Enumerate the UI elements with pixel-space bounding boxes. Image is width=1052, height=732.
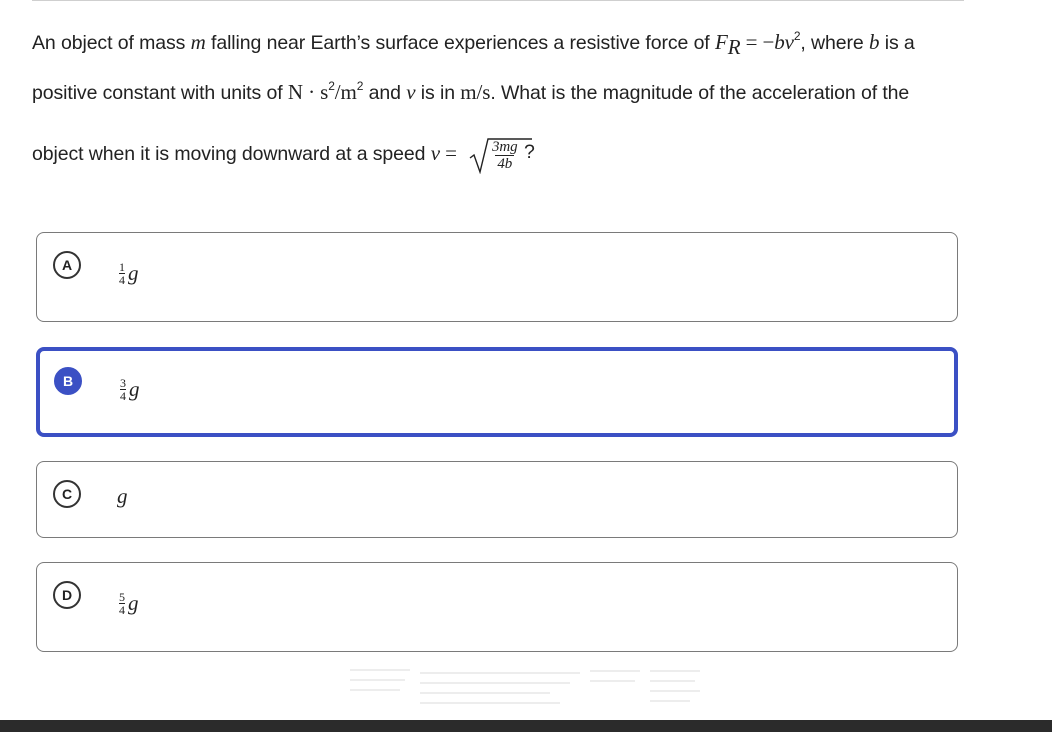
math-exponent: 2 (793, 28, 801, 43)
math-units: m/s (460, 80, 491, 104)
question-text: and (363, 82, 407, 104)
answer-fraction: 34 (120, 377, 126, 402)
choice-d[interactable]: D 54g (36, 562, 958, 652)
math-subscript-r: R (727, 34, 741, 59)
choice-letter-badge: C (53, 480, 81, 508)
math-m: m (190, 30, 206, 54)
math-exponent: 2 (356, 78, 364, 93)
choice-letter-badge: D (53, 581, 81, 609)
math-units: N · s (287, 80, 329, 104)
math-units: /m (334, 80, 357, 104)
math-b: b (869, 30, 880, 54)
answer-fraction: 14 (119, 261, 125, 286)
math-exponent: 2 (328, 78, 335, 93)
square-root: 3mg 4b (468, 136, 533, 174)
fraction-numerator: 3mg (492, 139, 518, 155)
fraction-denominator: 4 (119, 603, 125, 617)
fraction-denominator: 4 (119, 273, 125, 287)
faded-thumbnail-strip (350, 669, 700, 704)
choice-c[interactable]: C g (36, 461, 958, 538)
top-divider (32, 0, 964, 1)
choice-a[interactable]: A 14g (36, 232, 958, 322)
fraction-denominator: 4 (120, 389, 126, 403)
math-f: F (714, 30, 728, 54)
question-mark: ? (524, 141, 535, 164)
question-line-1: An object of mass m falling near Earth’s… (32, 28, 915, 58)
choice-letter-badge: B (54, 367, 82, 395)
question-line-2: positive constant with units of N · s2/m… (32, 80, 909, 105)
choice-answer: g (117, 484, 128, 509)
answer-variable: g (128, 591, 139, 615)
question-text: is in (415, 82, 461, 104)
math-v: v (430, 141, 440, 166)
choice-answer: 14g (119, 261, 139, 286)
choice-letter-badge: A (53, 251, 81, 279)
question-text: An object of mass (32, 32, 191, 54)
choice-answer: 54g (119, 591, 139, 616)
question-text: object when it is moving downward at a s… (32, 143, 431, 166)
math-equals: = − (740, 30, 775, 54)
fraction-numerator: 3 (120, 376, 126, 390)
question-text: positive constant with units of (32, 82, 288, 104)
question-text: is a (879, 32, 915, 54)
choice-b[interactable]: B 34g (36, 347, 958, 437)
question-text: . What is the magnitude of the accelerat… (490, 82, 910, 104)
question-text: falling near Earth’s surface experiences… (205, 32, 715, 54)
answer-variable: g (128, 261, 139, 285)
choice-answer: 34g (120, 377, 140, 402)
fraction-numerator: 5 (119, 590, 125, 604)
answer-variable: g (129, 377, 140, 401)
math-bv: bv (774, 30, 794, 54)
math-equals: = (439, 141, 463, 166)
sqrt-fraction: 3mg 4b (490, 139, 520, 172)
bottom-bar (0, 720, 1052, 732)
question-line-3: object when it is moving downward at a s… (32, 136, 535, 174)
answer-variable: g (117, 484, 128, 508)
question-text: , where (800, 32, 869, 54)
answer-fraction: 54 (119, 591, 125, 616)
fraction-denominator: 4b (495, 155, 515, 172)
fraction-numerator: 1 (119, 260, 125, 274)
